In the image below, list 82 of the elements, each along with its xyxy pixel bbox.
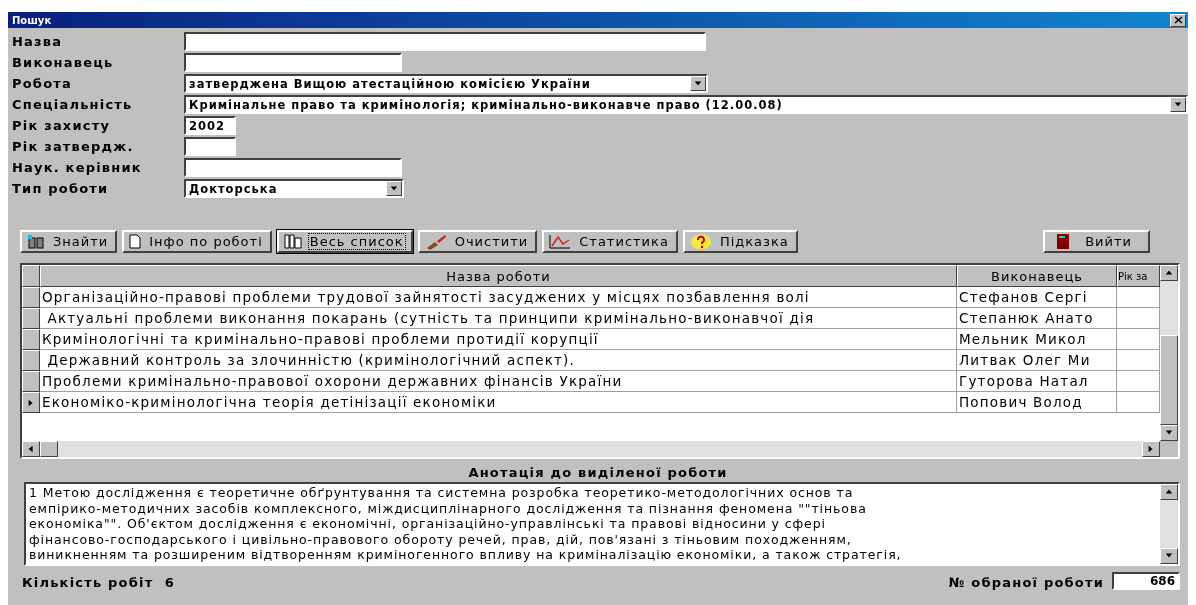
field-label: Рік захисту <box>12 118 112 133</box>
dropdown-field[interactable]: Докторська <box>184 179 404 198</box>
annotation-line: 1 Метою дослідження є теоретичне обґрунтування та системна розробка теоретико-методологічних основ та <box>29 485 855 501</box>
selected-number-label: № обраної роботи <box>948 575 1104 590</box>
right-arrow-icon <box>1147 445 1155 453</box>
table-cell: Кримінологічні та кримінально-правові проблеми протидії корупції <box>40 329 957 350</box>
down-arrow-icon <box>1165 552 1173 560</box>
toolbar-button[interactable]: Інфо по роботі <box>122 230 272 253</box>
input-field[interactable] <box>184 158 402 177</box>
annotation-line: економіка"". Об'єктом дослідження є економічні, організаційно-управлінські та правові відносини у сфері <box>29 516 827 532</box>
work-count: Кількість робіт 6 <box>22 575 176 590</box>
annotation-title: Анотація до виділеної роботи <box>467 465 729 480</box>
input-field[interactable] <box>184 137 236 156</box>
annotation-scrollbar[interactable] <box>1160 484 1178 564</box>
field-label: Тип роботи <box>12 181 110 196</box>
help-icon <box>689 233 712 250</box>
column-header[interactable]: Назва роботи <box>40 265 957 287</box>
field-label: Назва <box>12 34 64 49</box>
table-cell: Проблеми кримінально-правової охорони державних фінансів України <box>40 371 957 392</box>
toolbar-button[interactable]: Очистити <box>417 230 538 253</box>
column-header[interactable]: Виконавець <box>957 265 1117 287</box>
row-indicator[interactable] <box>22 308 40 329</box>
horizontal-scrollbar[interactable] <box>22 441 1160 457</box>
table-cell: Економіко-кримінологічна теорія детінізації економіки <box>40 392 957 413</box>
row-indicator[interactable] <box>22 371 40 392</box>
down-arrow-icon <box>1165 429 1173 437</box>
scroll-thumb[interactable] <box>1160 335 1178 425</box>
table-cell: Організаційно-правові проблеми трудової зайнятості засуджених у місцях позбавлення волі <box>40 287 957 308</box>
input-field[interactable] <box>184 32 706 51</box>
field-label: Робота <box>12 76 73 91</box>
left-arrow-icon <box>27 445 35 453</box>
toolbar-button[interactable]: Знайти <box>20 230 118 253</box>
annotation-line: виникненням та розширеним відтворенням криміногенного впливу на криміналізацію економіки, а також стратегія, <box>29 547 902 563</box>
annotation-line: фінансово-господарського і цивільно-правового обороту речей, прав, дій, пов'язані з тіньовим походженням, <box>29 531 853 548</box>
table-cell: Актуальні проблеми виконання покарань (сутність та принципи кримінально-виконавчої дія <box>40 308 957 329</box>
dropdown-button[interactable] <box>1170 97 1186 112</box>
toolbar-button[interactable]: Вийти <box>1043 230 1150 253</box>
table-cell: Попович Волод <box>957 392 1117 413</box>
dropdown-button[interactable] <box>690 76 706 91</box>
input-field[interactable] <box>184 53 402 72</box>
close-button[interactable] <box>1170 13 1186 27</box>
down-arrow-icon <box>694 79 702 88</box>
field-label: Наук. керівник <box>12 160 143 175</box>
table-cell: Мельник Микол <box>957 329 1117 350</box>
down-arrow-icon <box>390 184 398 193</box>
dropdown-button[interactable] <box>386 181 402 196</box>
table-cell: Степанюк Анато <box>957 308 1117 329</box>
field-label: Рік затвердж. <box>12 139 135 154</box>
door-icon <box>1057 234 1070 249</box>
up-arrow-icon <box>1165 269 1173 277</box>
table-cell: Стефанов Сергі <box>957 287 1117 308</box>
table-cell: Державний контроль за злочинністю (кримінологічний аспект). <box>40 350 957 371</box>
binoculars-icon <box>27 233 45 250</box>
table-cell: Литвак Олег Ми <box>957 350 1117 371</box>
toolbar-button[interactable]: Підказка <box>682 230 798 253</box>
list-icon <box>283 234 302 249</box>
field-label: Спеціальність <box>12 97 134 112</box>
window-title: Пошук <box>12 14 52 26</box>
vertical-scrollbar[interactable] <box>1160 265 1178 441</box>
document-icon <box>129 234 142 249</box>
chart-icon <box>549 234 572 249</box>
column-header[interactable]: Рік за <box>1117 265 1160 287</box>
table-cell: Гуторова Натал <box>957 371 1117 392</box>
field-label: Виконавець <box>12 55 115 70</box>
input-field[interactable]: 2002 <box>184 116 236 135</box>
row-indicator[interactable] <box>22 287 40 308</box>
annotation-field[interactable] <box>24 482 1180 566</box>
toolbar-button[interactable]: Весь список <box>276 230 413 253</box>
scrollbar-corner <box>1160 441 1178 457</box>
up-arrow-icon <box>1165 488 1173 496</box>
annotation-line: емпірико-методичних засобів комплексного, міждисциплінарного дослідження та пізнання феномена ""тіньова <box>29 500 868 517</box>
right-arrow-icon <box>27 398 35 407</box>
dropdown-field[interactable]: Кримінальне право та кримінологія; кримінально-виконавче право (12.00.08) <box>184 95 1188 114</box>
row-indicator[interactable] <box>22 329 40 350</box>
close-icon <box>1173 16 1183 24</box>
row-indicator[interactable] <box>22 392 40 413</box>
selected-number-field[interactable]: 686 <box>1112 572 1180 590</box>
row-indicator[interactable] <box>22 350 40 371</box>
scroll-thumb[interactable] <box>40 441 58 457</box>
toolbar-button[interactable]: Статистика <box>542 230 678 253</box>
dropdown-field[interactable]: затверджена Вищою атестаційною комісією України <box>184 74 708 93</box>
down-arrow-icon <box>1174 100 1182 109</box>
